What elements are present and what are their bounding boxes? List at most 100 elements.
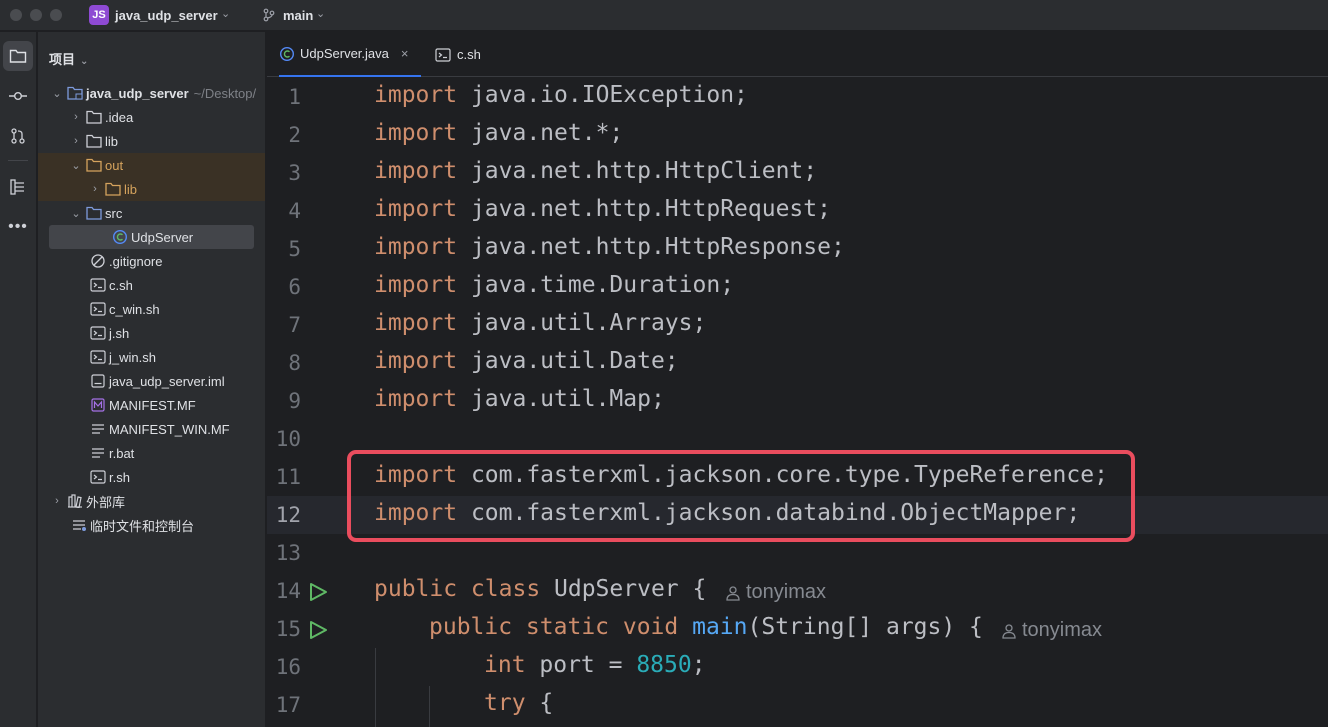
tab-udpserver-java[interactable]: UdpServer.java × [279,32,421,77]
folder-icon [86,109,102,125]
code-line: 3 import java.net.http.HttpClient; [267,154,1328,192]
author-inlay[interactable]: tonyimax [725,581,826,604]
project-badge[interactable]: JS [89,5,109,25]
project-panel: 项目 ⌄ ⌄ java_udp_server ~/Desktop/ › .idea… [38,32,266,727]
line-number: 15 [275,617,301,641]
tree-item-label: j.sh [109,325,130,341]
tree-item-external-libraries[interactable]: › 外部库 [38,489,265,513]
tree-item-out[interactable]: ⌄ out [38,153,265,177]
project-tool-button[interactable] [3,41,33,71]
code-text: import java.util.Arrays; [374,310,707,336]
line-number: 14 [275,579,301,603]
tree-item-src[interactable]: ⌄ src [38,201,265,225]
text-file-icon [90,445,106,461]
shell-script-icon [90,349,106,365]
more-tools-button[interactable]: ••• [3,212,33,242]
tree-item-r-sh[interactable]: r.sh [38,465,265,489]
tree-item-idea[interactable]: › .idea [38,105,265,129]
tree-item-label: c_win.sh [109,301,160,317]
tree-item-r-bat[interactable]: r.bat [38,441,265,465]
tree-item-label: 外部库 [86,494,126,510]
commit-icon [9,92,27,100]
excluded-folder-icon [105,181,121,197]
tree-item-c-sh[interactable]: c.sh [38,273,265,297]
scratch-file-icon [71,517,87,533]
tree-item-root[interactable]: ⌄ java_udp_server ~/Desktop/ [38,81,265,105]
tree-item-manifest[interactable]: MANIFEST.MF [38,393,265,417]
tree-item-label: UdpServer [131,229,194,245]
close-icon[interactable]: × [401,46,409,61]
tree-item-gitignore[interactable]: .gitignore [38,249,265,273]
chevron-right-icon[interactable]: › [51,495,63,507]
panel-title[interactable]: 项目 ⌄ [49,49,88,68]
close-window-button[interactable] [10,9,22,21]
title-bar: JS java_udp_server ⌄ main ⌄ [0,0,1328,31]
code-text: int port = 8850; [484,652,706,678]
tree-item-j-sh[interactable]: j.sh [38,321,265,345]
author-inlay[interactable]: tonyimax [1001,619,1102,642]
run-icon[interactable] [307,619,329,641]
git-branch-icon[interactable] [262,8,276,22]
library-icon [67,493,83,509]
tree-item-label: .idea [105,109,134,125]
shell-script-icon [90,325,106,341]
tab-c-sh[interactable]: c.sh [435,32,481,77]
chevron-down-icon[interactable]: ⌄ [316,7,325,20]
code-line: 1 import java.io.IOException; [267,78,1328,116]
code-text: import java.net.*; [374,120,624,146]
chevron-right-icon[interactable]: › [70,111,82,123]
author-name: tonyimax [746,581,827,603]
tree-item-out-lib[interactable]: › lib [38,177,265,201]
code-text: import java.net.http.HttpResponse; [374,234,845,260]
tree-item-udpserver[interactable]: UdpServer [49,225,254,249]
structure-tool-button[interactable] [3,172,33,202]
more-horizontal-icon: ••• [8,218,28,235]
tree-item-lib[interactable]: › lib [38,129,265,153]
tab-label: UdpServer.java [300,46,389,61]
chevron-down-icon[interactable]: ⌄ [70,159,82,172]
tree-item-label: 临时文件和控制台 [90,518,195,534]
text-file-icon [90,421,106,437]
pull-request-icon [11,128,25,144]
tree-item-c-win-sh[interactable]: c_win.sh [38,297,265,321]
commit-tool-button[interactable] [3,81,33,111]
tree-item-iml[interactable]: java_udp_server.iml [38,369,265,393]
line-number: 5 [288,237,301,261]
run-icon[interactable] [307,581,329,603]
code-text: import java.util.Date; [374,348,679,374]
tree-item-manifest-win[interactable]: MANIFEST_WIN.MF [38,417,265,441]
tree-item-j-win-sh[interactable]: j_win.sh [38,345,265,369]
line-number: 8 [288,351,301,375]
chevron-right-icon[interactable]: › [70,135,82,147]
code-line: 14 public class UdpServer { tonyimax [267,572,1328,610]
tree-item-label: java_udp_server [86,85,189,101]
tree-item-label: c.sh [109,277,133,293]
line-number: 1 [288,85,301,109]
minimize-window-button[interactable] [30,9,42,21]
excluded-folder-icon [86,157,102,173]
chevron-right-icon[interactable]: › [89,183,101,195]
user-icon [1002,623,1016,639]
code-line: 9 import java.util.Map; [267,382,1328,420]
code-text: import java.time.Duration; [374,272,735,298]
tree-item-label: MANIFEST_WIN.MF [109,421,230,437]
line-number: 10 [275,427,301,451]
tree-item-label: r.bat [109,445,135,461]
chevron-down-icon: ⌄ [80,56,89,67]
line-number: 9 [288,389,301,413]
project-switcher[interactable]: java_udp_server [115,8,218,23]
tree-item-scratches[interactable]: 临时文件和控制台 [38,513,265,537]
chevron-down-icon[interactable]: ⌄ [221,7,230,20]
chevron-down-icon[interactable]: ⌄ [70,207,82,220]
code-area[interactable]: 1 import java.io.IOException; 2 import jav… [267,78,1328,727]
branch-switcher[interactable]: main [283,8,313,23]
code-text: import java.net.http.HttpClient; [374,158,818,184]
line-number: 3 [288,161,301,185]
chevron-down-icon[interactable]: ⌄ [51,87,63,100]
pull-requests-tool-button[interactable] [3,121,33,151]
tree-item-label: r.sh [109,469,130,485]
tree-item-label: lib [105,133,119,149]
line-number: 7 [288,313,301,337]
folder-icon [9,49,27,63]
zoom-window-button[interactable] [50,9,62,21]
